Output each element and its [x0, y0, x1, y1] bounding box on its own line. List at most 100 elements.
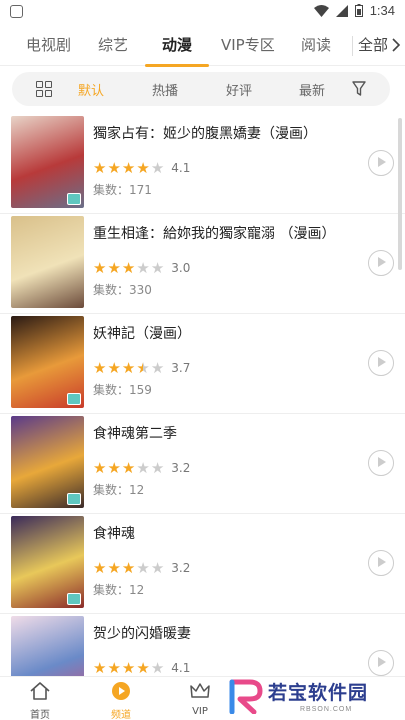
play-button-icon[interactable]: [368, 650, 394, 676]
play-button-icon[interactable]: [368, 450, 394, 476]
all-categories-label: 全部: [358, 36, 389, 54]
star-icon: ★: [93, 359, 107, 377]
star-icon: ★: [121, 559, 136, 577]
star-icon: ★: [150, 259, 165, 277]
filter-hot[interactable]: 热播: [152, 80, 178, 99]
star-rating: ★ ★ ★ ★ ★ 4.1: [93, 160, 190, 176]
home-icon: [30, 682, 50, 700]
rating-score: 4.1: [171, 161, 191, 175]
wifi-icon: [313, 4, 329, 17]
star-icon: ★: [93, 559, 107, 577]
status-bar: 1:34: [0, 0, 405, 24]
star-icon: ★: [121, 459, 136, 477]
rating-score: 3.0: [171, 261, 191, 275]
nav-channel[interactable]: 频道: [91, 681, 151, 720]
star-icon: ★: [136, 559, 150, 577]
star-icon: ★: [136, 459, 150, 477]
tab-vip[interactable]: VIP专区: [221, 34, 275, 55]
episode-count: 集数：12: [93, 583, 145, 597]
star-icon: ★: [107, 359, 121, 377]
play-button-icon[interactable]: [368, 350, 394, 376]
filter-top-rated[interactable]: 好评: [226, 80, 252, 99]
play-circle-icon: [112, 682, 130, 700]
nav-channel-label: 频道: [111, 710, 131, 720]
signal-icon: [335, 4, 348, 17]
tab-divider: [352, 36, 353, 56]
star-icon: ★: [107, 159, 121, 177]
tab-variety[interactable]: 综艺: [98, 34, 128, 55]
battery-icon: [354, 4, 363, 17]
category-tabs: 电视剧 综艺 动漫 VIP专区 阅读 全部: [0, 24, 405, 67]
star-rating: ★ ★ ★ ★ ★ 4.1: [93, 660, 190, 676]
list-item[interactable]: 食神魂 ★ ★ ★ ★ ★ 3.2 集数：12: [0, 514, 405, 614]
star-icon: ★: [93, 459, 107, 477]
list-item[interactable]: 妖神記（漫画） ★ ★ ★ ★ ★ 3.7 集数：159: [0, 314, 405, 414]
play-button-icon[interactable]: [368, 550, 394, 576]
star-icon: ★: [136, 159, 150, 177]
episode-count: 集数：159: [93, 383, 152, 397]
list-item[interactable]: 獨家占有：姬少的腹黑嬌妻（漫画） ★ ★ ★ ★ ★ 4.1 集数：171: [0, 114, 405, 214]
star-icon: ★: [107, 559, 121, 577]
star-icon: ★: [150, 159, 165, 177]
watermark-text: 若宝软件园: [268, 682, 369, 704]
item-title: 贺少的闪婚暖妻: [93, 626, 191, 642]
item-title: 重生相逢：給妳我的獨家寵溺 （漫画）: [93, 226, 336, 242]
star-rating: ★ ★ ★ ★ ★ 3.2: [93, 460, 190, 476]
item-title: 食神魂第二季: [93, 426, 177, 442]
episode-count: 集数：330: [93, 283, 152, 297]
star-icon: ★: [121, 359, 136, 377]
item-title: 食神魂: [93, 526, 135, 542]
filter-bar: 默认 热播 好评 最新: [12, 72, 390, 106]
scrollbar[interactable]: [398, 118, 402, 270]
star-icon: ★: [93, 259, 107, 277]
episode-count: 集数：171: [93, 183, 152, 197]
star-icon: ★: [150, 659, 165, 677]
cover-image: [11, 116, 84, 208]
notification-icon: [10, 5, 23, 18]
rating-score: 4.1: [171, 661, 191, 675]
tab-reading[interactable]: 阅读: [301, 34, 331, 55]
play-button-icon[interactable]: [368, 250, 394, 276]
star-icon: ★: [121, 259, 136, 277]
item-title: 獨家占有：姬少的腹黑嬌妻（漫画）: [93, 126, 317, 142]
nav-vip-label: VIP: [192, 706, 208, 717]
tab-anime[interactable]: 动漫: [162, 34, 192, 55]
play-button-icon[interactable]: [368, 150, 394, 176]
filter-newest[interactable]: 最新: [299, 80, 325, 99]
clock: 1:34: [369, 3, 395, 18]
tab-tv-series[interactable]: 电视剧: [26, 34, 71, 55]
star-icon: ★: [121, 159, 136, 177]
cover-badge-icon: [67, 593, 81, 605]
episode-count: 集数：12: [93, 483, 145, 497]
star-icon: ★: [121, 659, 136, 677]
filter-default[interactable]: 默认: [78, 80, 104, 99]
cover-badge-icon: [67, 493, 81, 505]
star-icon: ★: [107, 259, 121, 277]
watermark-url: RBSON.COM: [300, 706, 353, 713]
star-rating: ★ ★ ★ ★ ★ 3.0: [93, 260, 190, 276]
star-rating: ★ ★ ★ ★ ★ 3.2: [93, 560, 190, 576]
nav-vip[interactable]: VIP: [170, 681, 230, 717]
cover-badge-icon: [67, 393, 81, 405]
list-item[interactable]: 食神魂第二季 ★ ★ ★ ★ ★ 3.2 集数：12: [0, 414, 405, 514]
nav-home-label: 首页: [30, 710, 50, 720]
rating-score: 3.7: [171, 361, 191, 375]
chevron-right-icon: [392, 37, 401, 52]
site-watermark: 若宝软件园 RBSON.COM: [228, 676, 388, 718]
cover-image: [11, 516, 84, 608]
grid-view-icon[interactable]: [36, 81, 52, 97]
star-icon: ★: [107, 659, 121, 677]
star-icon: ★: [136, 359, 150, 377]
rating-score: 3.2: [171, 561, 191, 575]
star-icon: ★: [136, 659, 150, 677]
list-item[interactable]: 重生相逢：給妳我的獨家寵溺 （漫画） ★ ★ ★ ★ ★ 3.0 集数：330: [0, 214, 405, 314]
filter-funnel-icon[interactable]: [352, 81, 366, 97]
item-title: 妖神記（漫画）: [93, 326, 191, 342]
nav-home[interactable]: 首页: [10, 681, 70, 720]
watermark-logo-icon: [229, 679, 263, 714]
all-categories-button[interactable]: 全部: [358, 34, 401, 55]
star-icon: ★: [93, 159, 107, 177]
cover-image: [11, 416, 84, 508]
rating-score: 3.2: [171, 461, 191, 475]
star-rating: ★ ★ ★ ★ ★ 3.7: [93, 360, 190, 376]
